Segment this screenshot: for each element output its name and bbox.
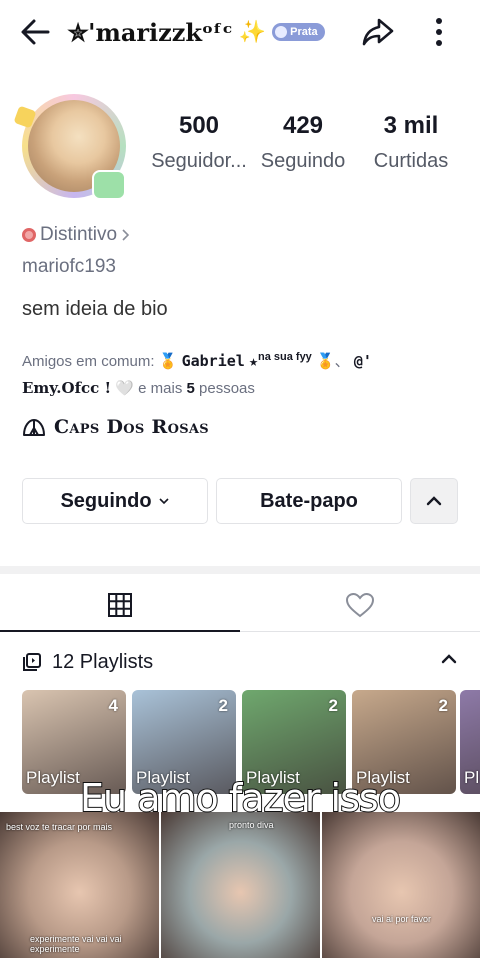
playlist-count: 2 (438, 696, 448, 715)
video-thumbnail[interactable]: pronto diva (161, 812, 320, 958)
chat-button-label: Bate-papo (260, 489, 358, 512)
badge-icon (275, 26, 288, 38)
badge-label: Prata (290, 26, 318, 38)
stat-value: 429 (282, 112, 324, 139)
overlay-caption: Eu amo fazer isso (79, 775, 402, 821)
profile-title-group: ✮'marizzkᵒᶠᶜ ✨ Prata (68, 14, 325, 50)
stat-label: Seguidor... (151, 150, 247, 172)
video-caption: vai ai por favor (372, 914, 432, 924)
playlist-count: 2 (328, 696, 338, 715)
chat-button[interactable]: Bate-papo (216, 478, 402, 524)
more-vertical-icon[interactable] (424, 14, 454, 50)
mutual-friends-prefix: Amigos em comum: (22, 353, 155, 370)
video-caption: pronto diva (229, 820, 274, 830)
stat-label: Curtidas (373, 150, 449, 172)
grid-icon (108, 593, 132, 617)
friend-name-suffix: na sua fyy (258, 351, 312, 363)
distintivo-label: Distintivo (40, 224, 118, 245)
group-link[interactable]: Caps Dos Rosas (22, 416, 209, 438)
heart-emoji: 🤍 (115, 380, 134, 397)
share-icon[interactable] (360, 14, 398, 50)
and-more-text: e mais (138, 380, 183, 397)
video-caption: best voz te tracar por mais (6, 822, 113, 832)
username: mariofc193 (22, 256, 116, 277)
distintivo-link[interactable]: Distintivo (22, 224, 131, 246)
mutual-friends[interactable]: Amigos em comum: 🏅 Gabriel ★na sua fyy 🏅… (22, 344, 462, 402)
tab-videos[interactable] (0, 578, 240, 632)
video-thumbnail[interactable]: best voz te tracar por mais experimente … (0, 812, 159, 958)
playlist-count: 2 (218, 696, 228, 715)
bio-text: sem ideia de bio (22, 298, 168, 320)
medal-icon: 🏅 (315, 353, 335, 370)
active-tab-indicator (0, 630, 240, 632)
profile-stats: 500 Seguidor... 429 Seguindo 3 mil Curti… (144, 112, 474, 188)
medal-icon: 🏅 (158, 353, 178, 370)
friend-name: Emy.Ofcc ! (22, 379, 112, 397)
profile-display-name: ✮'marizzkᵒᶠᶜ (68, 17, 233, 47)
chevron-right-icon (122, 229, 130, 241)
video-thumbnail[interactable]: vai ai por favor (322, 812, 480, 958)
tab-liked[interactable] (240, 578, 480, 632)
more-suffix: pessoas (199, 380, 255, 397)
friend-name: Gabriel (181, 352, 245, 370)
stat-value: 500 (178, 112, 220, 139)
following-button-label: Seguindo (60, 489, 152, 512)
video-caption: experimente vai vai vai experimente (30, 934, 122, 954)
section-divider (0, 566, 480, 574)
playlist-count: 4 (108, 696, 118, 715)
chevron-down-icon (158, 498, 169, 505)
prata-badge[interactable]: Prata (272, 23, 325, 41)
friend-name-prefix: @' (353, 352, 372, 370)
stat-likes[interactable]: 3 mil Curtidas (364, 112, 458, 173)
playlists-header[interactable]: 12 Playlists (22, 648, 462, 676)
heart-outline-icon (345, 592, 375, 618)
avatar[interactable] (13, 92, 132, 200)
stat-following[interactable]: 429 Seguindo (256, 112, 350, 173)
back-arrow-icon[interactable] (18, 14, 58, 50)
distintivo-icon (22, 228, 36, 242)
chevron-up-icon (426, 496, 442, 506)
more-count: 5 (186, 380, 195, 397)
chevron-up-icon[interactable] (440, 652, 458, 666)
stat-label: Seguindo (260, 150, 346, 172)
tent-icon (23, 419, 45, 436)
group-name: Caps Dos Rosas (54, 416, 209, 438)
avatar-decoration-icon (92, 170, 126, 200)
top-bar: ✮'marizzkᵒᶠᶜ ✨ Prata (0, 0, 480, 64)
playlist-icon (23, 653, 41, 671)
following-button[interactable]: Seguindo (22, 478, 208, 524)
video-grid: best voz te tracar por mais experimente … (0, 812, 480, 958)
suggestions-toggle-button[interactable] (410, 478, 458, 524)
playlists-title: 12 Playlists (52, 650, 154, 673)
profile-tabs (0, 578, 480, 632)
stat-value: 3 mil (383, 112, 439, 139)
stat-followers[interactable]: 500 Seguidor... (144, 112, 254, 173)
sparkle-emoji: ✨ (238, 19, 267, 44)
star-icon: ★ (248, 352, 258, 370)
